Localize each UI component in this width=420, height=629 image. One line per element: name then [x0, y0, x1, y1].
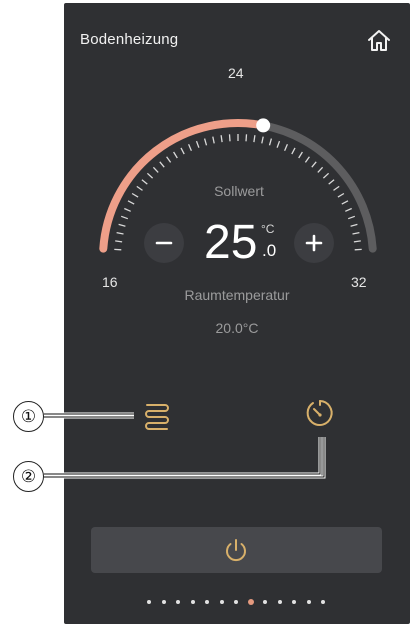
power-button[interactable]: [91, 527, 382, 573]
dial-scale-top-label: 24: [228, 65, 244, 81]
increase-setpoint-button[interactable]: [294, 223, 334, 263]
setpoint-decimal: .0: [262, 241, 277, 260]
dial-tick: [311, 161, 317, 168]
page-dot[interactable]: [205, 600, 209, 604]
dial-tick: [337, 192, 345, 198]
dial-tick: [141, 179, 148, 185]
page-dot-active[interactable]: [247, 599, 254, 605]
page-dot[interactable]: [321, 600, 325, 604]
setpoint-unit: °C: [261, 222, 275, 236]
dial-tick: [345, 207, 352, 212]
screenshot-page: Bodenheizung 24 16 32 Sollwert 25 °C .0 …: [0, 0, 420, 629]
heating-mode-button[interactable]: [138, 400, 176, 434]
dial-tick: [180, 147, 185, 155]
dial-tick: [291, 147, 296, 155]
dial-tick: [268, 138, 273, 146]
dial-tick: [118, 223, 126, 227]
dial-tick: [352, 231, 360, 235]
dial-tick: [298, 151, 303, 159]
plus-icon: [305, 234, 323, 252]
setpoint-label: Sollwert: [214, 183, 264, 199]
dial-tick: [166, 156, 172, 163]
callout-marker-2: ②: [13, 461, 44, 492]
power-icon: [226, 539, 246, 562]
dial-tick: [333, 185, 340, 191]
page-dot[interactable]: [176, 600, 180, 604]
page-dot[interactable]: [147, 600, 151, 604]
dial-tick: [284, 143, 288, 151]
page-indicator[interactable]: [147, 598, 337, 608]
dial-tick: [304, 156, 310, 163]
room-temperature-value: 20.0°C: [215, 320, 259, 336]
dial-tick: [124, 207, 131, 212]
dial-scale-max-label: 32: [351, 274, 367, 290]
floor-heating-icon: [145, 404, 169, 430]
dial-tick: [203, 138, 208, 146]
dial-tick: [228, 134, 231, 142]
dial-tick: [127, 200, 135, 205]
room-temperature-label: Raumtemperatur: [184, 287, 290, 303]
dial-tick: [159, 161, 165, 168]
dial-tick: [188, 143, 192, 151]
page-dot[interactable]: [161, 600, 166, 604]
dial-tick: [116, 231, 124, 235]
dial-tick: [353, 240, 361, 243]
dial-tick: [253, 135, 256, 143]
dial-tick: [195, 140, 200, 148]
setpoint-value: 25: [204, 216, 258, 269]
dial-scale-min-label: 16: [102, 274, 118, 290]
dial-tick: [261, 136, 264, 144]
dial-tick: [115, 240, 123, 243]
dial-tick: [245, 134, 248, 142]
dial-tick: [328, 179, 335, 185]
timer-icon: [306, 400, 333, 426]
dial-tick: [120, 215, 129, 220]
dial-tick: [212, 136, 215, 144]
decrease-setpoint-button[interactable]: [144, 223, 184, 263]
page-dot[interactable]: [306, 600, 311, 604]
dial-knob[interactable]: [256, 118, 271, 133]
page-dot[interactable]: [277, 600, 282, 604]
page-dot[interactable]: [190, 600, 195, 604]
minus-icon: [155, 241, 173, 245]
dial-tick: [146, 172, 154, 179]
dial-tick: [341, 200, 349, 205]
page-dot[interactable]: [292, 600, 296, 604]
dial-tick: [347, 215, 356, 220]
page-dot[interactable]: [219, 600, 224, 604]
dial-tick: [276, 140, 281, 148]
dial-tick: [220, 135, 223, 143]
timer-button[interactable]: [302, 397, 338, 433]
dial-tick: [152, 166, 159, 173]
dial-tick: [131, 192, 139, 198]
dial-tick: [173, 151, 178, 159]
page-dot[interactable]: [234, 600, 238, 604]
page-dot[interactable]: [263, 600, 267, 604]
callout-marker-1: ①: [13, 401, 44, 432]
dial-tick: [350, 223, 358, 227]
dial-tick: [136, 185, 143, 191]
dial-tick: [322, 172, 330, 179]
dial-tick: [317, 166, 324, 173]
